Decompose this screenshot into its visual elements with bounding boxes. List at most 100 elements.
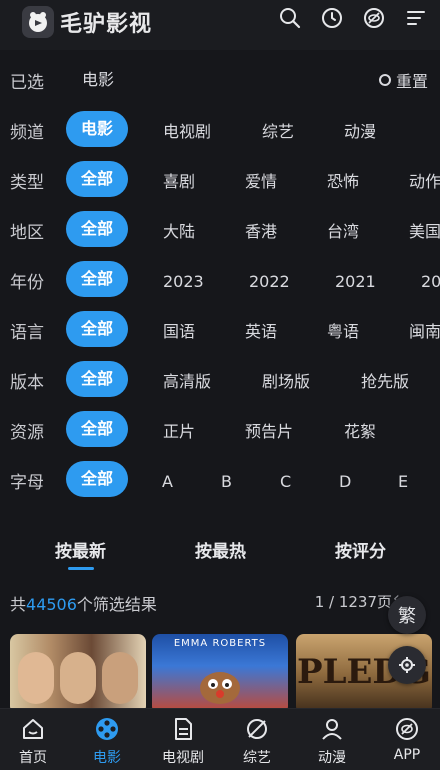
filter-option-active[interactable]: 全部 <box>66 411 128 447</box>
app-icon <box>393 715 421 743</box>
filter-option[interactable]: 美国 <box>409 214 440 250</box>
reset-button[interactable]: 重置 <box>378 68 428 92</box>
filter-option[interactable]: E <box>398 464 408 500</box>
nav-label-variety: 综艺 <box>243 750 271 766</box>
history-icon[interactable] <box>320 6 344 30</box>
filter-option[interactable]: A <box>162 464 173 500</box>
filter-label-region: 地区 <box>10 223 44 243</box>
filter-row-type: 类型 全部 喜剧 爱情 恐怖 动作 <box>0 154 440 204</box>
filter-option-active[interactable]: 全部 <box>66 311 128 347</box>
selected-label: 已选 <box>10 73 44 93</box>
results-number: 44506 <box>26 595 77 614</box>
filter-row-letter: 字母 全部 A B C D E <box>0 454 440 504</box>
filter-option[interactable]: 2023 <box>163 264 204 300</box>
filter-row-source: 资源 全部 正片 预告片 花絮 <box>0 404 440 454</box>
filter-option[interactable]: 恐怖 <box>327 164 359 200</box>
top-header: 毛驴影视 <box>0 0 440 50</box>
filter-option-active[interactable]: 全部 <box>66 461 128 497</box>
filter-option[interactable]: 闽南语 <box>409 314 440 350</box>
filter-option[interactable]: 国语 <box>163 314 195 350</box>
filter-row-year: 年份 全部 2023 2022 2021 2020 <box>0 254 440 304</box>
filter-row-version: 版本 全部 高清版 剧场版 抢先版 <box>0 354 440 404</box>
active-tab-indicator <box>68 567 94 570</box>
poster-face <box>60 652 96 704</box>
nav-label-tv-series: 电视剧 <box>162 750 204 766</box>
nav-item-tv-series[interactable]: 电视剧 <box>153 715 213 769</box>
nav-item-variety[interactable]: 综艺 <box>227 715 287 769</box>
poster-face <box>102 652 138 704</box>
nav-item-home[interactable]: 首页 <box>3 715 63 769</box>
settings-button[interactable] <box>388 646 426 684</box>
variety-icon <box>243 715 271 743</box>
filter-label-language: 语言 <box>10 323 44 343</box>
filter-option[interactable]: 高清版 <box>163 364 211 400</box>
filter-option[interactable]: 电视剧 <box>163 114 211 150</box>
app-name: 毛驴影视 <box>60 11 153 37</box>
filter-option-active[interactable]: 全部 <box>66 161 128 197</box>
hide-icon[interactable] <box>362 6 386 30</box>
anime-icon <box>318 715 346 743</box>
nav-item-anime[interactable]: 动漫 <box>302 715 362 769</box>
app-logo[interactable]: 毛驴影视 <box>22 6 152 38</box>
filter-option[interactable]: 花絮 <box>344 414 376 450</box>
nav-label-anime: 动漫 <box>318 750 346 766</box>
sort-tab-hottest[interactable]: 按最热 <box>195 537 246 562</box>
page-indicator: 1 / 1237页 <box>314 593 392 611</box>
donkey-logo-icon <box>22 6 54 38</box>
filter-option[interactable]: 喜剧 <box>163 164 195 200</box>
filter-option[interactable]: 2022 <box>249 264 290 300</box>
selected-filters-row: 已选 电影 重置 <box>0 52 440 104</box>
filter-option[interactable]: 抢先版 <box>361 364 409 400</box>
filter-label-letter: 字母 <box>10 473 44 493</box>
gear-icon <box>399 657 415 673</box>
filter-option-active[interactable]: 电影 <box>66 111 128 147</box>
filter-option[interactable]: 综艺 <box>262 114 294 150</box>
filter-option[interactable]: 英语 <box>245 314 277 350</box>
filter-label-channel: 频道 <box>10 123 44 143</box>
filter-option[interactable]: B <box>221 464 232 500</box>
menu-icon[interactable] <box>404 6 428 30</box>
filter-option[interactable]: 爱情 <box>245 164 277 200</box>
filter-option-active[interactable]: 全部 <box>66 211 128 247</box>
filter-option[interactable]: 动作 <box>409 164 440 200</box>
filter-option[interactable]: 台湾 <box>327 214 359 250</box>
filter-option[interactable]: 大陆 <box>163 214 195 250</box>
selected-value: 电影 <box>82 70 115 89</box>
filter-option[interactable]: 动漫 <box>344 114 376 150</box>
filter-option[interactable]: 预告片 <box>245 414 293 450</box>
nav-label-movie: 电影 <box>93 750 121 766</box>
filter-option[interactable]: 剧场版 <box>262 364 310 400</box>
reindeer-illustration <box>200 672 240 704</box>
filter-label-source: 资源 <box>10 423 44 443</box>
filter-option[interactable]: C <box>280 464 291 500</box>
sort-tab-newest[interactable]: 按最新 <box>55 537 106 562</box>
filter-option[interactable]: 2020 <box>421 264 440 300</box>
sort-tab-rating[interactable]: 按评分 <box>335 537 386 562</box>
filter-option[interactable]: 粤语 <box>327 314 359 350</box>
filter-option-active[interactable]: 全部 <box>66 261 128 297</box>
filter-option-active[interactable]: 全部 <box>66 361 128 397</box>
refresh-icon <box>378 74 391 86</box>
results-count: 共44506个筛选结果 <box>10 595 157 614</box>
reset-label: 重置 <box>395 72 428 91</box>
nav-label-app: APP <box>393 747 421 763</box>
movie-poster[interactable]: EMMA ROBERTS <box>152 634 288 708</box>
poster-face <box>18 652 54 704</box>
filter-option[interactable]: D <box>339 464 351 500</box>
filter-label-version: 版本 <box>10 373 44 393</box>
nav-label-home: 首页 <box>19 750 47 766</box>
filter-option[interactable]: 正片 <box>163 414 195 450</box>
filter-label-type: 类型 <box>10 173 44 193</box>
nav-item-movie[interactable]: 电影 <box>77 715 137 769</box>
search-icon[interactable] <box>278 6 302 30</box>
filter-option[interactable]: 香港 <box>245 214 277 250</box>
home-icon <box>19 715 47 743</box>
traditional-chinese-button[interactable]: 繁 <box>388 596 426 634</box>
filter-row-language: 语言 全部 国语 英语 粤语 闽南语 <box>0 304 440 354</box>
bottom-nav: 首页 电影 电视剧 综艺 动漫 APP <box>0 708 440 770</box>
filter-option[interactable]: 2021 <box>335 264 376 300</box>
movie-poster[interactable] <box>10 634 146 708</box>
results-bar: 共44506个筛选结果 1 / 1237页 ‹ <box>0 584 440 618</box>
nav-item-app[interactable]: APP <box>377 715 437 769</box>
film-reel-icon <box>93 715 121 743</box>
